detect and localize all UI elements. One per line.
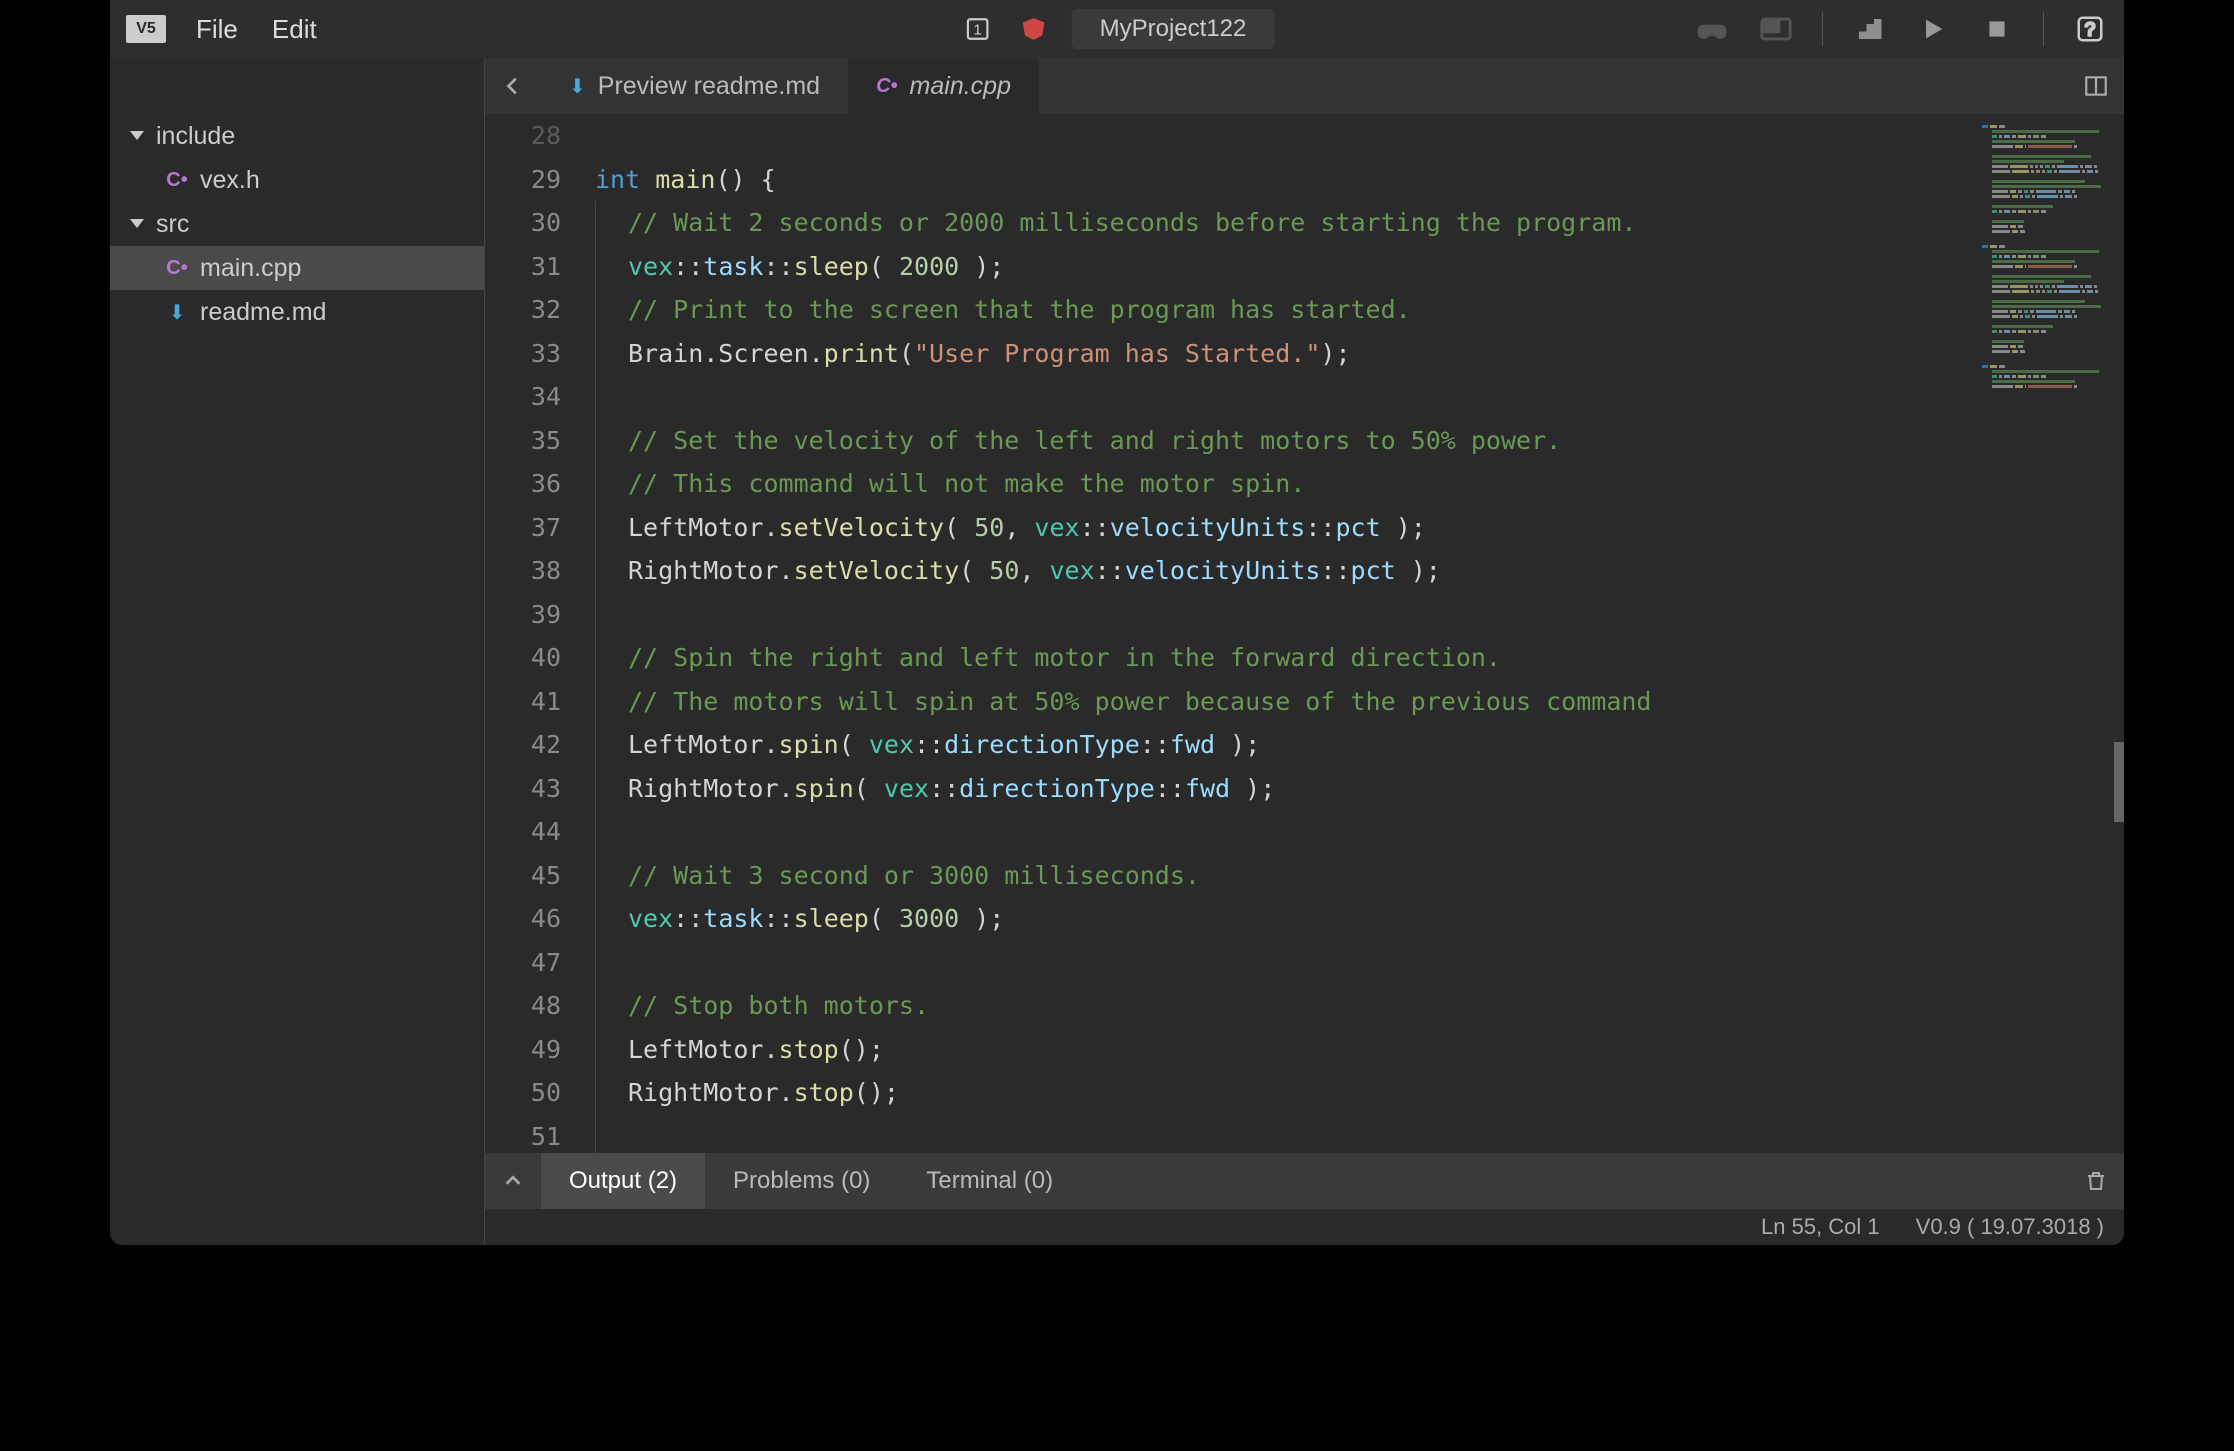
minimap-content	[1982, 120, 2118, 395]
file-vex-h[interactable]: C• vex.h	[110, 158, 484, 202]
tab-back-button[interactable]	[485, 58, 541, 114]
bottom-panel: Output (2) Problems (0) Terminal (0)	[485, 1153, 2124, 1209]
main-body: include C• vex.h src C• main.cpp ⬇ readm…	[110, 58, 2124, 1245]
md-file-icon: ⬇	[166, 300, 188, 325]
app-window: V5 File Edit 1 MyProject122	[110, 0, 2124, 1245]
project-name-group: 1 MyProject122	[960, 9, 1275, 49]
help-icon[interactable]: ?	[2072, 11, 2108, 47]
folder-include[interactable]: include	[110, 114, 484, 158]
stop-icon[interactable]	[1979, 11, 2015, 47]
panel-tab-problems[interactable]: Problems (0)	[705, 1153, 898, 1209]
folder-label: include	[156, 122, 235, 151]
file-label: vex.h	[200, 166, 260, 195]
cpp-file-icon: C•	[876, 75, 897, 98]
status-bar: Ln 55, Col 1 V0.9 ( 19.07.3018 )	[485, 1209, 2124, 1245]
build-icon[interactable]	[1851, 11, 1887, 47]
controller-icon[interactable]	[1694, 11, 1730, 47]
tab-main-cpp[interactable]: C• main.cpp	[848, 58, 1039, 114]
file-readme-md[interactable]: ⬇ readme.md	[110, 290, 484, 334]
svg-text:?: ?	[2085, 18, 2095, 39]
file-label: readme.md	[200, 298, 326, 327]
line-gutter: 2829303132333435363738394041424344454647…	[485, 114, 577, 1153]
file-label: main.cpp	[200, 254, 301, 283]
tab-label: main.cpp	[910, 72, 1011, 101]
file-explorer: include C• vex.h src C• main.cpp ⬇ readm…	[110, 58, 485, 1245]
minimap-scroll-thumb[interactable]	[2114, 742, 2124, 822]
code-editor[interactable]: 2829303132333435363738394041424344454647…	[485, 114, 2124, 1153]
brain-icon[interactable]	[1758, 11, 1794, 47]
app-logo: V5	[126, 15, 166, 43]
menu-file[interactable]: File	[196, 14, 238, 45]
tab-label: Preview readme.md	[598, 72, 820, 101]
cursor-position: Ln 55, Col 1	[1761, 1214, 1880, 1240]
tab-bar: ⬇ Preview readme.md C• main.cpp	[485, 58, 2124, 114]
vex-shield-icon[interactable]	[1016, 11, 1052, 47]
editor-area: ⬇ Preview readme.md C• main.cpp 28293031…	[485, 58, 2124, 1245]
play-icon[interactable]	[1915, 11, 1951, 47]
file-main-cpp[interactable]: C• main.cpp	[110, 246, 484, 290]
top-toolbar: V5 File Edit 1 MyProject122	[110, 0, 2124, 58]
minimap[interactable]	[1976, 114, 2124, 1153]
toolbar-divider	[1822, 12, 1823, 46]
version-label: V0.9 ( 19.07.3018 )	[1916, 1214, 2104, 1240]
folder-src[interactable]: src	[110, 202, 484, 246]
toolbar-divider-2	[2043, 12, 2044, 46]
toolbar-right: ?	[1694, 11, 2108, 47]
folder-label: src	[156, 210, 189, 239]
split-editor-icon[interactable]	[2068, 58, 2124, 114]
cpp-file-icon: C•	[166, 169, 188, 192]
slot-badge-icon[interactable]: 1	[960, 11, 996, 47]
panel-trash-icon[interactable]	[2068, 1153, 2124, 1209]
md-file-icon: ⬇	[569, 74, 586, 99]
svg-text:1: 1	[973, 21, 981, 38]
project-name-field[interactable]: MyProject122	[1072, 9, 1275, 49]
cpp-file-icon: C•	[166, 257, 188, 280]
panel-tab-output[interactable]: Output (2)	[541, 1153, 705, 1209]
tab-preview-readme[interactable]: ⬇ Preview readme.md	[541, 58, 848, 114]
panel-toggle-icon[interactable]	[485, 1153, 541, 1209]
code-content[interactable]: int main() {// Wait 2 seconds or 2000 mi…	[577, 114, 1976, 1153]
panel-tab-terminal[interactable]: Terminal (0)	[898, 1153, 1081, 1209]
menu-edit[interactable]: Edit	[272, 14, 317, 45]
